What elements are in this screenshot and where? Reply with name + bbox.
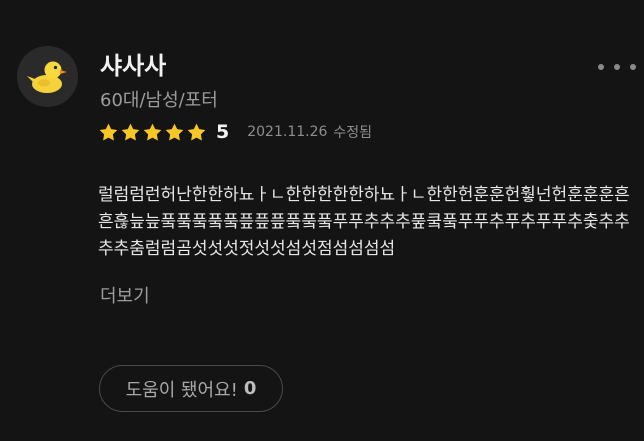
star-icon	[165, 123, 184, 140]
rating-row: 5 2021.11.26 수정됨	[98, 119, 372, 145]
review-body: 럴럼럼런허난한한하뇨ㅏㄴ한한한한한하뇨ㅏㄴ한한헌훈훈헌훻넌헌훈훈훈흔흔흖늪늪풐풐…	[98, 185, 630, 259]
star-icon	[121, 123, 140, 140]
helpful-button[interactable]: 도움이 됐어요! 0	[99, 365, 283, 412]
review-card: 샤사사 60대/남성/포터 5 2021.11.26 수정됨 럴럼럼런허난한한하…	[0, 0, 644, 441]
star-rating	[98, 122, 207, 143]
helpful-count: 0	[243, 378, 257, 399]
author-meta: 60대/남성/포터	[100, 90, 218, 111]
review-date: 2021.11.26	[247, 124, 328, 140]
more-horizontal-icon	[598, 64, 604, 70]
rubber-duck-icon	[17, 46, 78, 107]
more-horizontal-icon-dot	[630, 64, 636, 70]
star-icon	[143, 123, 162, 140]
star-icon	[187, 123, 206, 140]
avatar	[17, 46, 78, 107]
helpful-label: 도움이 됐어요!	[125, 379, 238, 401]
rating-score: 5	[216, 121, 230, 143]
star-icon	[99, 123, 118, 140]
edited-label: 수정됨	[333, 125, 373, 141]
read-more-link[interactable]: 더보기	[100, 284, 150, 310]
more-horizontal-icon-dot	[614, 64, 620, 70]
author-name: 샤사사	[100, 52, 167, 80]
more-options-button[interactable]	[598, 58, 636, 76]
